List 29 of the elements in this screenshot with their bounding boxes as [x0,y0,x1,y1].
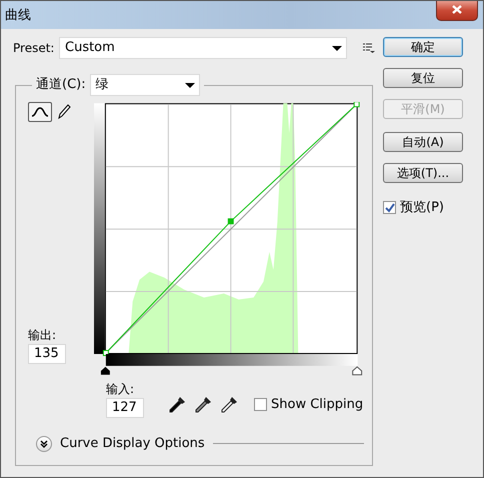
curve-display-options-label: Curve Display Options [60,435,205,453]
show-clipping-checkbox[interactable] [254,398,267,411]
curve-tool-icon [31,106,49,118]
input-field[interactable]: 127 [106,398,144,418]
preset-label: Preset: [13,40,56,57]
dialog-button[interactable]: 复位 [383,68,463,88]
chevron-down-icon [40,440,48,448]
channel-dropdown[interactable]: 绿 [90,74,200,96]
preset-dropdown[interactable]: Custom [59,37,347,59]
output-field[interactable]: 135 [28,344,66,364]
pencil-icon [57,104,71,120]
preview-checkbox[interactable] [383,201,396,214]
window-title: 曲线 [5,7,31,25]
input-label: 输入: [106,381,136,398]
dialog-button[interactable]: 自动(A) [383,132,463,152]
preset-menu-icon[interactable] [363,43,375,53]
shadow-eyedropper-icon[interactable] [168,396,186,414]
close-button[interactable] [436,1,478,21]
highlight-eyedropper-icon[interactable] [220,396,238,414]
dialog-button[interactable]: 确定 [383,37,463,57]
preview-label: 预览(P) [400,199,444,217]
dialog-button[interactable]: 选项(T)... [383,163,463,183]
curve-tool-button[interactable] [28,102,52,122]
close-icon [452,5,462,14]
midtone-eyedropper-icon[interactable] [194,396,212,414]
channel-label: 通道(C): [36,76,86,94]
show-clipping-label: Show Clipping [271,396,364,414]
output-label: 输出: [28,327,58,344]
expand-button[interactable] [36,436,52,452]
